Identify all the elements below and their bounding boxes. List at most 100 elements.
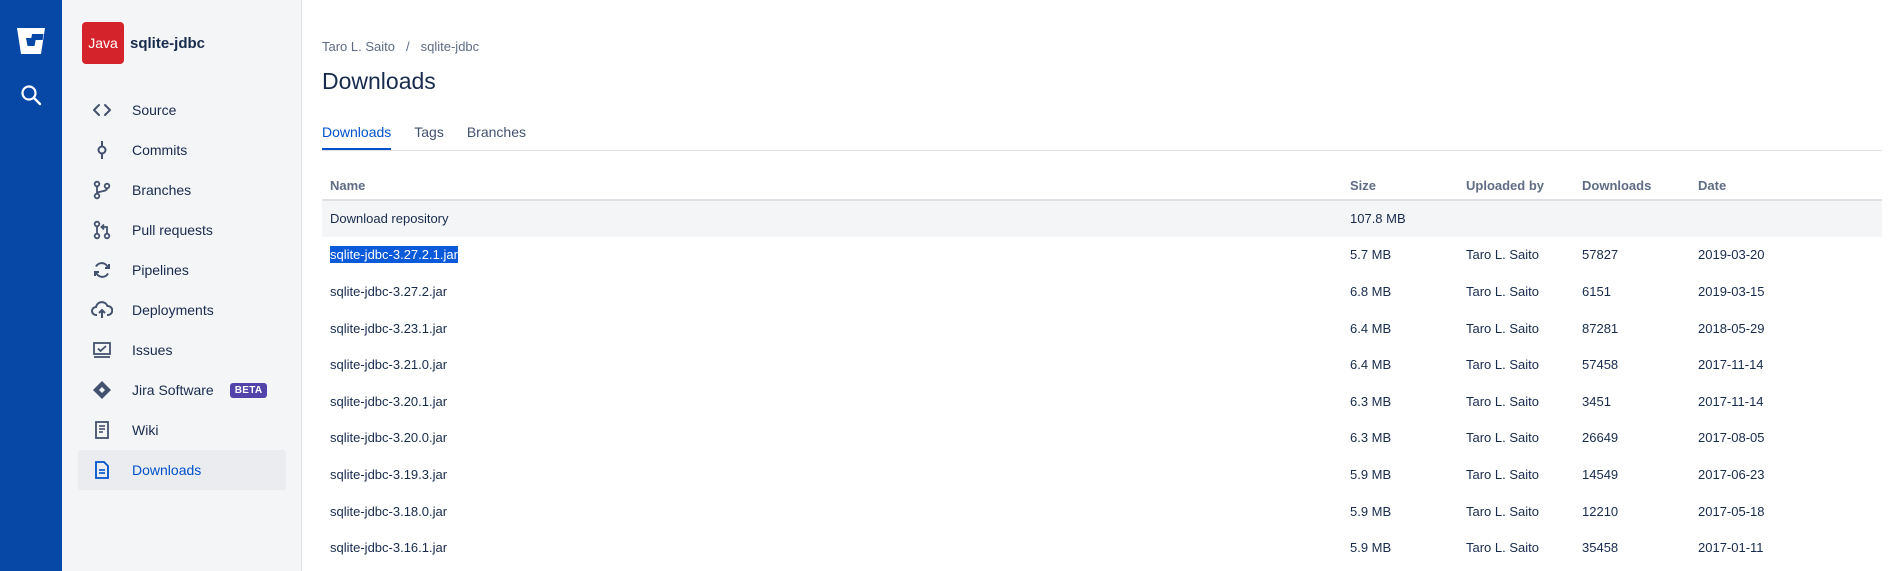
sidebar-item-wiki[interactable]: Wiki	[78, 410, 286, 450]
upload-date: 2017-06-23	[1698, 466, 1765, 482]
file-name-cell: sqlite-jdbc-3.16.1.jar	[322, 529, 1342, 566]
beta-badge: BETA	[229, 382, 268, 398]
download-count: 26649	[1582, 430, 1619, 446]
repository-size: 107.8 MB	[1342, 200, 1458, 237]
upload-date: 2019-03-20	[1698, 247, 1765, 263]
sidebar-item-label: Commits	[132, 142, 188, 158]
file-size: 5.9 MB	[1350, 540, 1392, 556]
upload-date: 2017-05-18	[1698, 503, 1765, 519]
column-header-name[interactable]: Name	[322, 172, 1342, 201]
commit-icon	[90, 138, 114, 162]
file-name-cell: sqlite-jdbc-3.27.2.1.jar	[322, 237, 1342, 274]
sidebar-nav: Source Commits Branches Pull requests Pi…	[78, 90, 286, 490]
sidebar-item-label: Wiki	[132, 422, 159, 438]
pull-request-icon	[90, 218, 114, 242]
sidebar-item-issues[interactable]: Issues	[78, 330, 286, 370]
project-sidebar: Java sqlite-jdbc Source Commits Branches…	[62, 0, 302, 571]
file-size: 5.9 MB	[1350, 466, 1392, 482]
code-icon	[90, 98, 114, 122]
sidebar-item-branches[interactable]: Branches	[78, 170, 286, 210]
file-name-cell: sqlite-jdbc-3.18.0.jar	[322, 493, 1342, 530]
sidebar-item-label: Pull requests	[132, 222, 213, 238]
upload-date: 2017-11-14	[1698, 357, 1764, 373]
sidebar-item-pipelines[interactable]: Pipelines	[78, 250, 286, 290]
file-size: 6.4 MB	[1350, 357, 1392, 373]
breadcrumb-owner[interactable]: Taro L. Saito	[322, 39, 395, 54]
branch-icon	[90, 178, 114, 202]
tab-branches[interactable]: Branches	[467, 124, 526, 150]
project-avatar[interactable]: Java	[82, 22, 124, 64]
uploader[interactable]: Taro L. Saito	[1458, 529, 1574, 566]
uploader[interactable]: Taro L. Saito	[1458, 493, 1574, 530]
download-count: 14549	[1582, 466, 1619, 482]
uploader[interactable]: Taro L. Saito	[1458, 273, 1574, 310]
column-header-size[interactable]: Size	[1342, 172, 1458, 201]
table-row: sqlite-jdbc-3.18.0.jar 5.9 MB Taro L. Sa…	[322, 493, 1882, 530]
uploader[interactable]: Taro L. Saito	[1458, 383, 1574, 420]
file-size: 6.3 MB	[1350, 430, 1392, 446]
sidebar-item-deployments[interactable]: Deployments	[78, 290, 286, 330]
breadcrumb-repo[interactable]: sqlite-jdbc	[421, 39, 480, 54]
column-header-downloads[interactable]: Downloads	[1574, 172, 1690, 201]
file-name-cell: sqlite-jdbc-3.23.1.jar	[322, 310, 1342, 347]
file-name-cell: sqlite-jdbc-3.27.2.jar	[322, 273, 1342, 310]
download-repository-link[interactable]: Download repository	[322, 200, 1342, 237]
download-repository-row: Download repository 107.8 MB	[322, 200, 1882, 237]
file-link[interactable]: sqlite-jdbc-3.19.3.jar	[330, 467, 447, 482]
file-link[interactable]: sqlite-jdbc-3.16.1.jar	[330, 540, 447, 555]
download-count: 87281	[1582, 320, 1619, 336]
empty-cell	[1690, 200, 1882, 237]
file-link[interactable]: sqlite-jdbc-3.27.2.1.jar	[330, 246, 458, 264]
tab-divider	[322, 150, 1882, 151]
download-count: 12210	[1582, 503, 1619, 519]
column-header-uploaded-by[interactable]: Uploaded by	[1458, 172, 1574, 201]
sidebar-item-label: Deployments	[132, 302, 214, 318]
downloads-icon	[90, 458, 114, 482]
sidebar-item-downloads[interactable]: Downloads	[78, 450, 286, 490]
file-link[interactable]: sqlite-jdbc-3.20.1.jar	[330, 394, 447, 409]
sidebar-item-label: Jira Software	[132, 382, 214, 398]
global-nav	[0, 0, 62, 571]
file-size: 6.3 MB	[1350, 393, 1392, 409]
uploader[interactable]: Taro L. Saito	[1458, 420, 1574, 457]
search-icon[interactable]	[19, 83, 43, 107]
project-name[interactable]: sqlite-jdbc	[130, 35, 205, 52]
file-link[interactable]: sqlite-jdbc-3.18.0.jar	[330, 504, 447, 519]
table-header-row: Name Size Uploaded by Downloads Date	[322, 172, 1882, 201]
tab-bar: Downloads Tags Branches	[322, 124, 526, 150]
file-size: 6.8 MB	[1350, 283, 1392, 299]
uploader[interactable]: Taro L. Saito	[1458, 346, 1574, 383]
main-content: Taro L. Saito / sqlite-jdbc Downloads Do…	[322, 0, 1888, 571]
sidebar-item-jira-software[interactable]: Jira Software BETA	[78, 370, 286, 410]
file-size: 6.4 MB	[1350, 320, 1392, 336]
sidebar-item-source[interactable]: Source	[78, 90, 286, 130]
upload-date: 2017-11-14	[1698, 393, 1764, 409]
column-header-date[interactable]: Date	[1690, 172, 1882, 201]
table-row: sqlite-jdbc-3.19.3.jar 5.9 MB Taro L. Sa…	[322, 456, 1882, 493]
file-link[interactable]: sqlite-jdbc-3.20.0.jar	[330, 430, 447, 445]
tab-tags[interactable]: Tags	[414, 124, 444, 150]
page-title: Downloads	[322, 68, 436, 94]
issues-icon	[90, 338, 114, 362]
upload-date: 2018-05-29	[1698, 320, 1765, 336]
file-link[interactable]: sqlite-jdbc-3.23.1.jar	[330, 321, 447, 336]
uploader[interactable]: Taro L. Saito	[1458, 456, 1574, 493]
file-link[interactable]: sqlite-jdbc-3.27.2.jar	[330, 284, 447, 299]
file-name-cell: sqlite-jdbc-3.19.3.jar	[322, 456, 1342, 493]
sidebar-item-pull-requests[interactable]: Pull requests	[78, 210, 286, 250]
file-size: 5.9 MB	[1350, 503, 1392, 519]
bitbucket-logo-icon[interactable]	[15, 26, 47, 56]
tab-downloads[interactable]: Downloads	[322, 124, 392, 150]
file-name-cell: sqlite-jdbc-3.21.0.jar	[322, 346, 1342, 383]
upload-date: 2017-08-05	[1698, 430, 1765, 446]
download-count: 57458	[1582, 357, 1619, 373]
uploader[interactable]: Taro L. Saito	[1458, 237, 1574, 274]
table-row: sqlite-jdbc-3.20.0.jar 6.3 MB Taro L. Sa…	[322, 420, 1882, 457]
table-row: sqlite-jdbc-3.16.1.jar 5.9 MB Taro L. Sa…	[322, 529, 1882, 566]
jira-icon	[90, 378, 114, 402]
uploader[interactable]: Taro L. Saito	[1458, 310, 1574, 347]
sidebar-item-commits[interactable]: Commits	[78, 130, 286, 170]
download-count: 35458	[1582, 540, 1619, 556]
table-row: sqlite-jdbc-3.27.2.1.jar 5.7 MB Taro L. …	[322, 237, 1882, 274]
file-link[interactable]: sqlite-jdbc-3.21.0.jar	[330, 357, 447, 372]
